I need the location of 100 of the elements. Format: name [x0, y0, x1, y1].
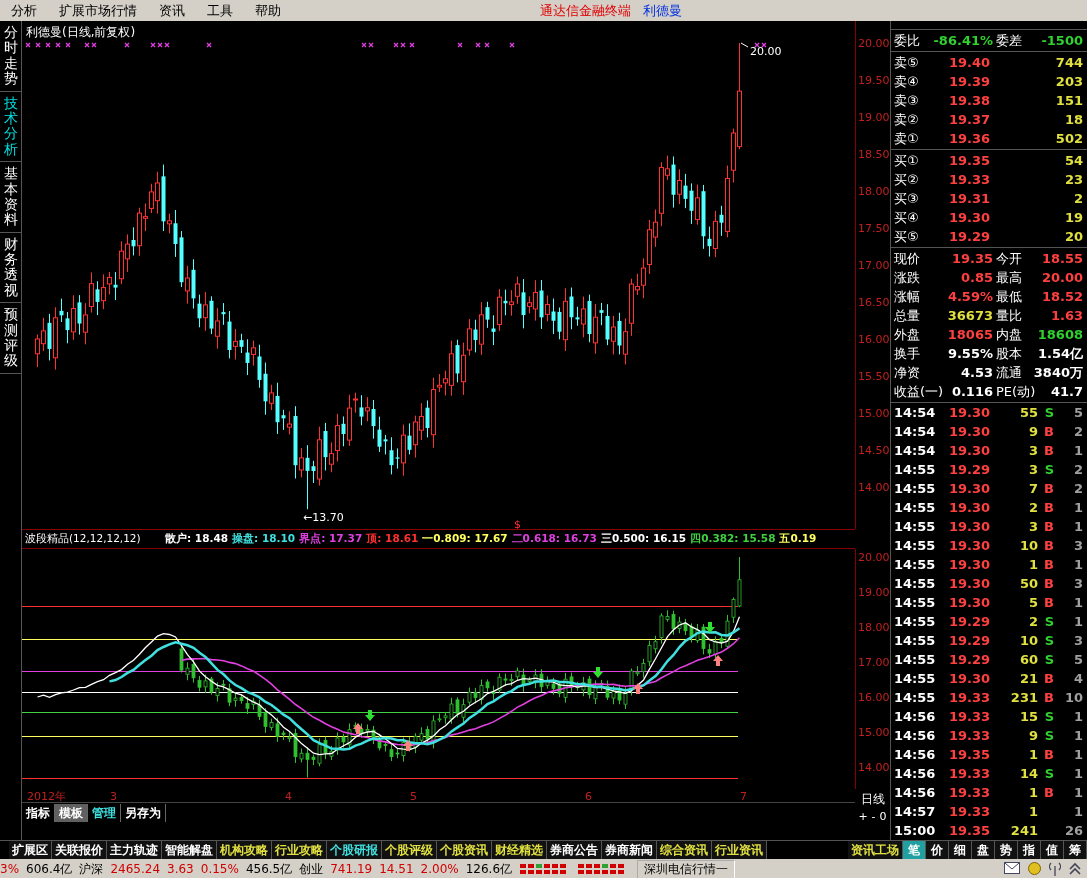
trade-volume: 10: [1018, 538, 1038, 553]
info-tab[interactable]: 财经精选: [492, 841, 547, 859]
panel-tab[interactable]: 模板: [55, 803, 88, 822]
info-tab[interactable]: 券商公告: [547, 841, 602, 859]
price-axis-label: 20.00: [858, 37, 890, 50]
zoom-button[interactable]: +: [857, 810, 869, 823]
info-tab[interactable]: 价: [926, 841, 949, 859]
indicator-value: 界点: 17.37: [299, 532, 363, 546]
quote-value: 18.52: [1041, 289, 1083, 304]
info-tab[interactable]: 个股评级: [382, 841, 437, 859]
order-level-label: 卖④: [894, 72, 919, 91]
feed-name: 深圳电信行情一: [637, 859, 736, 878]
info-tab[interactable]: 主力轨迹: [107, 841, 162, 859]
trade-price: 19.30: [947, 576, 990, 591]
trade-price: 19.33: [947, 785, 990, 800]
zoom-button[interactable]: 0: [878, 810, 888, 823]
trade-price: 19.33: [947, 728, 990, 743]
trade-time: 14:55: [894, 481, 937, 496]
trade-price: 19.30: [947, 538, 990, 553]
quote-label: 外盘: [894, 325, 920, 344]
info-tab[interactable]: 券商新闻: [602, 841, 657, 859]
date-axis-label: 2012年: [27, 790, 66, 802]
order-volume: 19: [1064, 210, 1083, 225]
trade-count: 4: [1072, 671, 1083, 686]
trade-time: 14:55: [894, 614, 937, 629]
trade-price: 19.29: [947, 633, 990, 648]
quote-label: 最高: [996, 268, 1022, 287]
trade-volume: 9: [1027, 728, 1038, 743]
order-volume: 744: [1055, 55, 1083, 70]
menu-item[interactable]: 工具: [196, 1, 244, 20]
info-tab[interactable]: 指: [1018, 841, 1041, 859]
trade-time: 14:56: [894, 766, 937, 781]
indicator-value: 五0.19: [779, 532, 817, 546]
info-link[interactable]: 资讯工场: [848, 841, 903, 859]
trade-price: 19.33: [947, 766, 990, 781]
order-price: 19.37: [948, 112, 990, 127]
indicator-axis-label: 15.00: [858, 726, 890, 739]
info-tab[interactable]: 智能解盘: [162, 841, 217, 859]
info-tab[interactable]: 个股研报: [327, 841, 382, 859]
trade-volume: 15: [1018, 709, 1038, 724]
trade-price: 19.30: [947, 671, 990, 686]
price-axis-label: 19.50: [858, 74, 890, 87]
menu-item[interactable]: 扩展市场行情: [48, 1, 148, 20]
menu-item[interactable]: 资讯: [148, 1, 196, 20]
info-tab[interactable]: 关联报价: [52, 841, 107, 859]
trade-time: 14:57: [894, 804, 937, 819]
info-tab[interactable]: 机构攻略: [217, 841, 272, 859]
date-axis-label: 5: [410, 790, 417, 802]
info-tab[interactable]: 个股资讯: [437, 841, 492, 859]
info-tab[interactable]: 扩展区: [9, 841, 52, 859]
indicator-axis-label: 18.00: [858, 621, 890, 634]
order-level-label: 买②: [894, 170, 919, 189]
trade-price: 19.29: [947, 652, 990, 667]
indicator-axis-label: 17.00: [858, 656, 890, 669]
trade-side: S: [1043, 766, 1054, 781]
info-tab[interactable]: 行业攻略: [272, 841, 327, 859]
info-tab[interactable]: 综合资讯: [657, 841, 712, 859]
price-axis-label: 17.00: [858, 259, 890, 272]
trade-time: 14:56: [894, 747, 937, 762]
trade-volume: 241: [1009, 823, 1038, 838]
info-tab[interactable]: 值: [1041, 841, 1064, 859]
quote-value: 18065: [947, 327, 993, 342]
trade-price: 19.30: [947, 443, 990, 458]
trade-time: 14:55: [894, 538, 937, 553]
trade-time: 14:54: [894, 405, 937, 420]
status-value: 606.4亿: [26, 860, 73, 878]
info-tab[interactable]: 行业资讯: [712, 841, 767, 859]
trade-side: B: [1043, 538, 1054, 553]
indicator-value: 操盘: 18.10: [232, 532, 296, 546]
info-tab[interactable]: 筹: [1064, 841, 1087, 859]
quote-value: -86.41%: [933, 33, 993, 48]
zoom-button[interactable]: -: [870, 810, 877, 823]
trade-volume: 10: [1018, 633, 1038, 648]
menu-item[interactable]: 分析: [0, 1, 48, 20]
trade-side: B: [1043, 424, 1054, 439]
quote-value: 18608: [1037, 327, 1083, 342]
info-tab[interactable]: 细: [949, 841, 972, 859]
quote-label: PE(动): [996, 382, 1036, 401]
indicator-value: 散户: 18.48: [165, 532, 229, 546]
trade-price: 19.29: [947, 614, 990, 629]
status-value: 沪深: [79, 860, 104, 878]
trade-side: B: [1043, 500, 1054, 515]
quote-value: -1500: [1041, 33, 1083, 48]
order-volume: 18: [1064, 112, 1083, 127]
order-volume: 54: [1064, 153, 1083, 168]
quote-value: 36673: [947, 308, 993, 323]
trade-volume: 1: [1027, 785, 1038, 800]
indicator-value: 四0.382: 15.58: [690, 532, 776, 546]
price-axis-label: 16.50: [858, 296, 890, 309]
quote-label: 最低: [996, 287, 1022, 306]
info-tab[interactable]: 势: [995, 841, 1018, 859]
trade-price: 19.30: [947, 405, 990, 420]
info-tab[interactable]: 盘: [972, 841, 995, 859]
indicator-axis-label: 20.00: [858, 551, 890, 564]
trade-count: 3: [1072, 633, 1083, 648]
menu-item[interactable]: 帮助: [244, 1, 292, 20]
trade-count: 10: [1063, 690, 1083, 705]
panel-tab[interactable]: 指标: [22, 803, 55, 822]
trade-price: 19.29: [947, 462, 990, 477]
period-button[interactable]: 日线: [860, 789, 885, 810]
